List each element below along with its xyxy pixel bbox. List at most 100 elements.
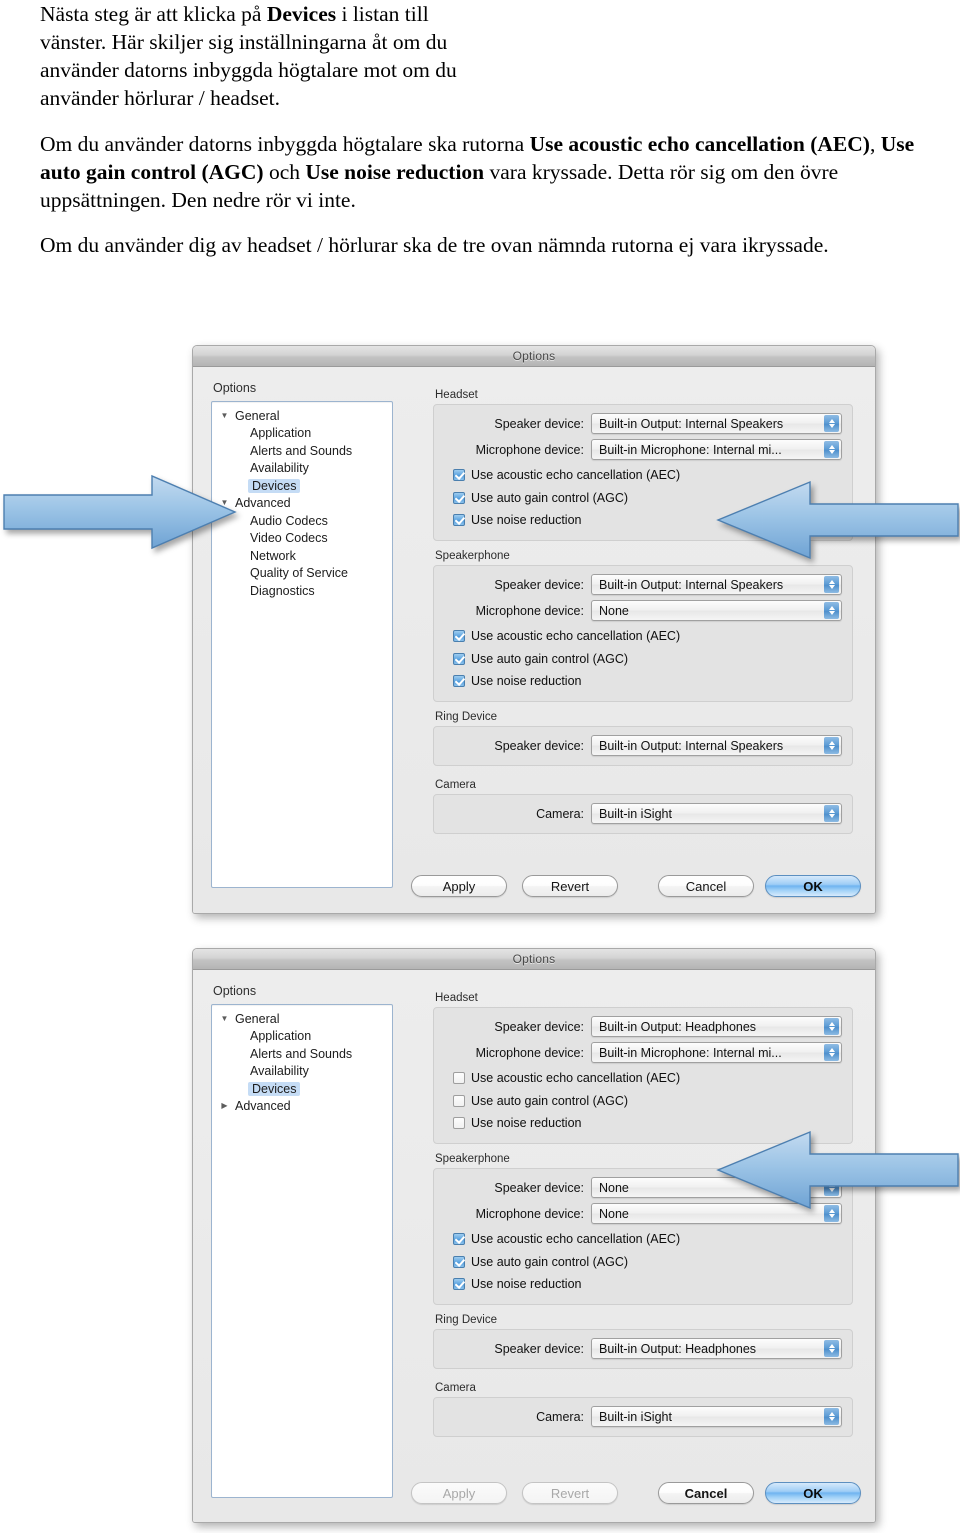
ring-speaker-value: Built-in Output: Internal Speakers <box>599 738 784 753</box>
tree-item-general[interactable]: ▼ General <box>212 1010 392 1028</box>
checkbox-icon[interactable] <box>453 491 465 504</box>
headset-aec-checkbox-row[interactable]: Use acoustic echo cancellation (AEC) <box>444 1067 842 1090</box>
tree-item-alerts-and-sounds[interactable]: Alerts and Sounds <box>212 442 392 460</box>
disclosure-triangle-icon[interactable]: ▶ <box>218 1102 231 1110</box>
headset-mic-label: Microphone device: <box>475 1045 584 1060</box>
apply-button[interactable]: Apply <box>411 1482 507 1504</box>
stepper-arrows-icon[interactable] <box>824 737 839 754</box>
p2-bold-nr: Use noise reduction <box>305 159 485 184</box>
stepper-arrows-icon[interactable] <box>824 1044 839 1061</box>
headset-speaker-popup[interactable]: Built-in Output: Headphones <box>591 1016 842 1037</box>
headset-mic-popup[interactable]: Built-in Microphone: Internal mi... <box>591 439 842 460</box>
tree-item-diagnostics[interactable]: Diagnostics <box>212 582 392 600</box>
dialog1-titlebar: Options <box>193 346 875 367</box>
headset-mic-popup[interactable]: Built-in Microphone: Internal mi... <box>591 1042 842 1063</box>
checkbox-icon[interactable] <box>453 1278 465 1291</box>
tree-item-label: Quality of Service <box>250 566 348 581</box>
ring-speaker-label: Speaker device: <box>494 738 584 753</box>
annotation-arrow-left-to-speakerphone <box>716 1130 959 1210</box>
ring-speaker-popup[interactable]: Built-in Output: Headphones <box>591 1338 842 1359</box>
tree-item-advanced[interactable]: ▶ Advanced <box>212 1098 392 1116</box>
checkbox-icon[interactable] <box>453 469 465 482</box>
stepper-arrows-icon[interactable] <box>824 1340 839 1357</box>
dialog2-title: Options <box>512 952 556 966</box>
speakerphone-aec-label: Use acoustic echo cancellation (AEC) <box>471 1232 681 1247</box>
dialog2-sidebar: Options ▼ General Application Alerts and … <box>211 984 393 1498</box>
speakerphone-aec-checkbox-row[interactable]: Use acoustic echo cancellation (AEC) <box>444 1228 842 1251</box>
checkbox-icon[interactable] <box>453 652 465 665</box>
ok-button[interactable]: OK <box>765 875 861 897</box>
checkbox-icon[interactable] <box>453 1117 465 1130</box>
tree-item-general[interactable]: ▼ General <box>212 407 392 425</box>
p1-bold-devices: Devices <box>266 2 337 26</box>
stepper-arrows-icon[interactable] <box>824 1408 839 1425</box>
camera-popup[interactable]: Built-in iSight <box>591 803 842 824</box>
apply-button[interactable]: Apply <box>411 875 507 897</box>
camera-row: Camera: Built-in iSight <box>444 802 842 825</box>
speakerphone-speaker-popup[interactable]: Built-in Output: Internal Speakers <box>591 574 842 595</box>
speakerphone-agc-checkbox-row[interactable]: Use auto gain control (AGC) <box>444 648 842 671</box>
headset-speaker-popup[interactable]: Built-in Output: Internal Speakers <box>591 413 842 434</box>
checkbox-icon[interactable] <box>453 630 465 643</box>
tree-item-quality-of-service[interactable]: Quality of Service <box>212 565 392 583</box>
dialog2-headset-section: Headset Speaker device: Built-in Output:… <box>433 992 853 1144</box>
disclosure-triangle-icon[interactable]: ▼ <box>218 411 231 420</box>
p1-pre: Nästa steg är att klicka på <box>40 2 267 26</box>
headset-agc-label: Use auto gain control (AGC) <box>471 490 629 505</box>
tree-item-application[interactable]: Application <box>212 425 392 443</box>
tree-item-label: Video Codecs <box>250 531 328 546</box>
p2-a: Om du använder datorns inbyggda högtalar… <box>40 131 530 156</box>
dialog2-options-tree[interactable]: ▼ General Application Alerts and Sounds A… <box>211 1004 393 1498</box>
camera-value: Built-in iSight <box>599 806 672 821</box>
revert-button[interactable]: Revert <box>522 1482 618 1504</box>
stepper-arrows-icon[interactable] <box>824 415 839 432</box>
speakerphone-mic-popup[interactable]: None <box>591 600 842 621</box>
checkbox-icon[interactable] <box>453 1094 465 1107</box>
tree-item-label-selected: Devices <box>248 1081 301 1096</box>
tree-item-label: Application <box>250 1029 312 1044</box>
ring-speaker-row: Speaker device: Built-in Output: Headpho… <box>444 1337 842 1360</box>
tree-item-alerts-and-sounds[interactable]: Alerts and Sounds <box>212 1045 392 1063</box>
headset-mic-row: Microphone device: Built-in Microphone: … <box>444 1041 842 1064</box>
stepper-arrows-icon[interactable] <box>824 576 839 593</box>
stepper-arrows-icon[interactable] <box>824 602 839 619</box>
ok-button[interactable]: OK <box>765 1482 861 1504</box>
camera-popup[interactable]: Built-in iSight <box>591 1406 842 1427</box>
stepper-arrows-icon[interactable] <box>824 441 839 458</box>
speakerphone-aec-checkbox-row[interactable]: Use acoustic echo cancellation (AEC) <box>444 625 842 648</box>
speakerphone-nr-checkbox-row[interactable]: Use noise reduction <box>444 670 842 693</box>
headset-speaker-value: Built-in Output: Headphones <box>599 1019 757 1034</box>
speakerphone-speaker-row: Speaker device: Built-in Output: Interna… <box>444 573 842 596</box>
headset-mic-value: Built-in Microphone: Internal mi... <box>599 442 782 457</box>
dialog2-camera-section: Camera Camera: Built-in iSight <box>433 1382 853 1437</box>
tree-item-availability[interactable]: Availability <box>212 1063 392 1081</box>
camera-value: Built-in iSight <box>599 1409 672 1424</box>
checkbox-icon[interactable] <box>453 675 465 688</box>
tree-item-devices[interactable]: Devices <box>212 1080 392 1098</box>
cancel-button[interactable]: Cancel <box>658 875 754 897</box>
tree-item-label: Audio Codecs <box>250 513 328 528</box>
ring-speaker-popup[interactable]: Built-in Output: Internal Speakers <box>591 735 842 756</box>
checkbox-icon[interactable] <box>453 514 465 527</box>
headset-mic-value: Built-in Microphone: Internal mi... <box>599 1045 782 1060</box>
headset-speaker-value: Built-in Output: Internal Speakers <box>599 416 784 431</box>
tree-item-application[interactable]: Application <box>212 1028 392 1046</box>
disclosure-triangle-icon[interactable]: ▼ <box>218 1014 231 1023</box>
stepper-arrows-icon[interactable] <box>824 805 839 822</box>
camera-group-box: Camera: Built-in iSight <box>433 1397 853 1437</box>
checkbox-icon[interactable] <box>453 1072 465 1085</box>
checkbox-icon[interactable] <box>453 1233 465 1246</box>
revert-button[interactable]: Revert <box>522 875 618 897</box>
speakerphone-mic-label: Microphone device: <box>475 1206 584 1221</box>
cancel-button[interactable]: Cancel <box>658 1482 754 1504</box>
options-dialog-speakers: Options Options ▼ General Application Ale… <box>192 345 876 914</box>
speakerphone-nr-checkbox-row[interactable]: Use noise reduction <box>444 1273 842 1296</box>
paragraph-2: Om du använder datorns inbyggda högtalar… <box>40 130 930 214</box>
headset-agc-checkbox-row[interactable]: Use auto gain control (AGC) <box>444 1090 842 1113</box>
tree-item-label: Application <box>250 426 312 441</box>
dialog1-body: Options ▼ General Application Alerts and … <box>193 367 875 913</box>
stepper-arrows-icon[interactable] <box>824 1018 839 1035</box>
tree-item-label: Alerts and Sounds <box>250 443 353 458</box>
checkbox-icon[interactable] <box>453 1255 465 1268</box>
speakerphone-agc-checkbox-row[interactable]: Use auto gain control (AGC) <box>444 1251 842 1274</box>
